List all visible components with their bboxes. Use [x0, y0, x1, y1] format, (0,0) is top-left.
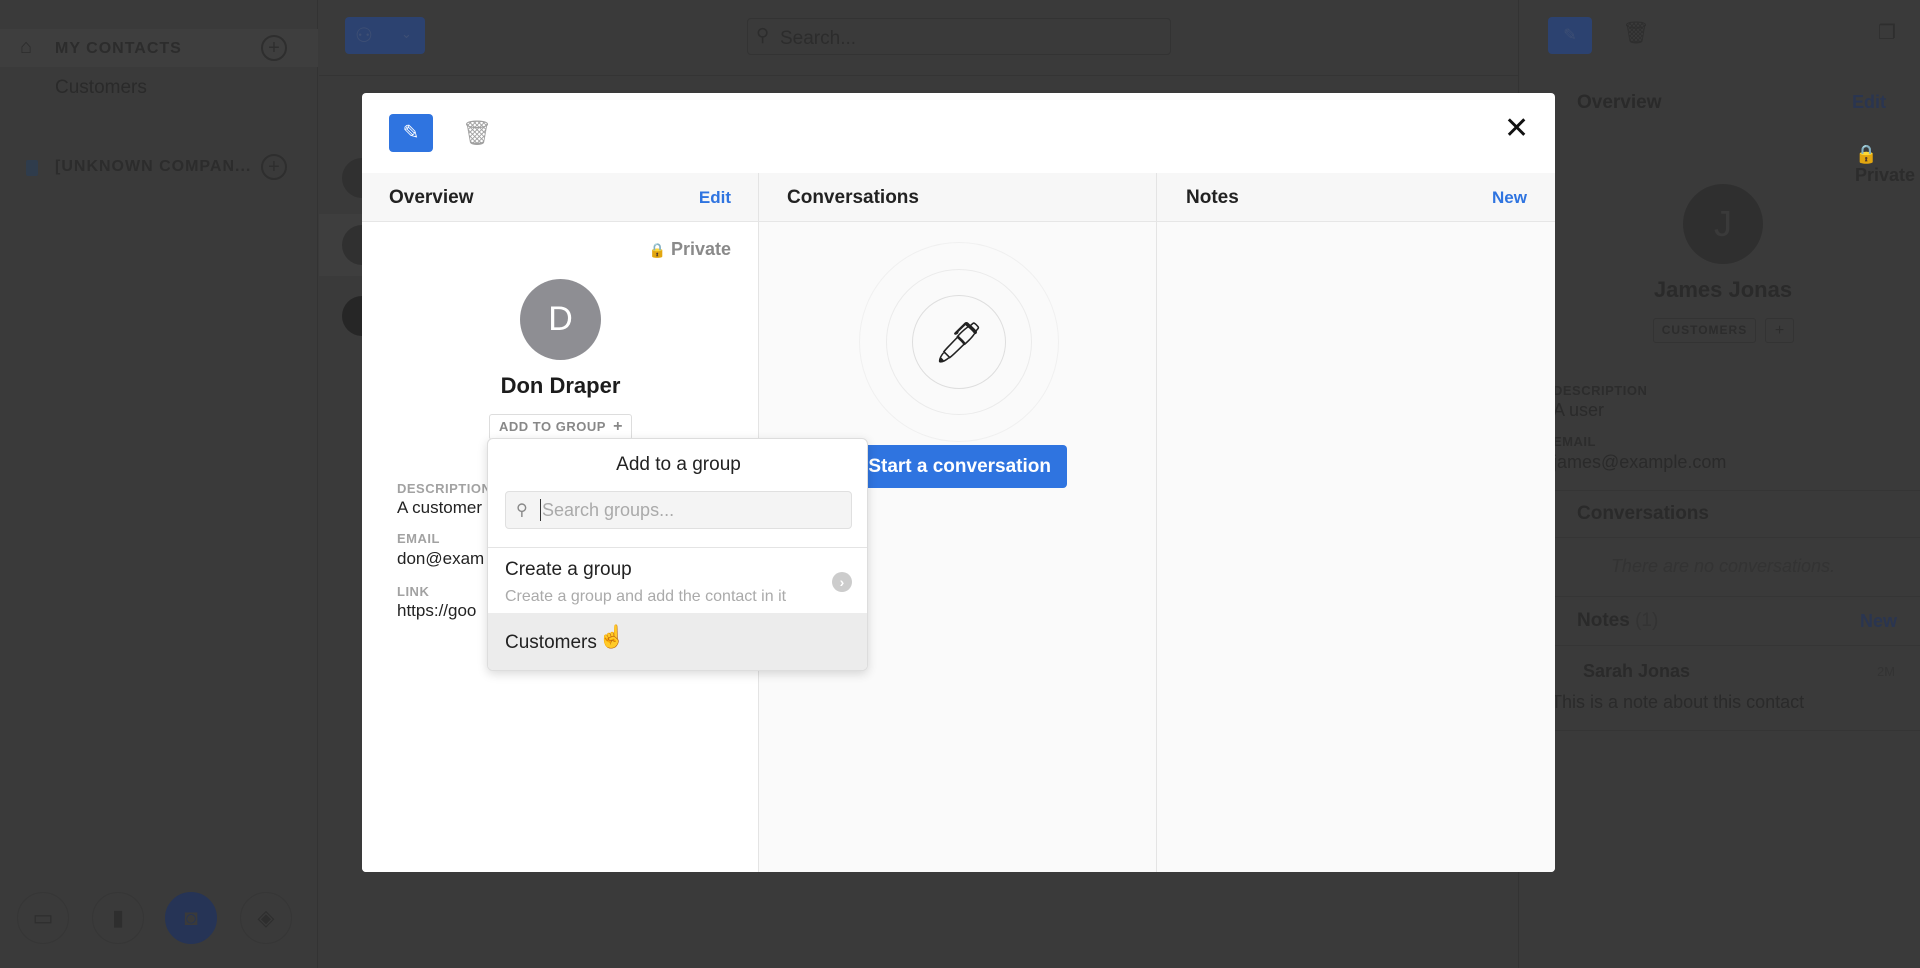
text-cursor	[540, 499, 541, 521]
create-group-title: Create a group	[505, 559, 632, 580]
company-icon	[26, 160, 38, 176]
trash-icon[interactable]: 🗑	[1622, 20, 1650, 46]
link-value[interactable]: https://goo	[397, 601, 476, 621]
edit-contact-button[interactable]: ✎	[1548, 17, 1592, 54]
pen-icon: 🖊	[912, 295, 1006, 389]
sidebar-item-customers[interactable]: Customers	[55, 77, 147, 99]
trash-icon[interactable]: 🗑	[462, 119, 492, 148]
new-contact-button[interactable]: ⚇ ⌄	[345, 17, 425, 54]
lock-icon: 🔒	[648, 242, 666, 258]
search-icon: ⚲	[756, 25, 770, 45]
home-icon: ⌂	[20, 36, 33, 58]
pencil-icon: ✎	[402, 122, 420, 144]
private-label: Private	[670, 239, 731, 259]
sidebar-my-contacts[interactable]: MY CONTACTS	[55, 40, 182, 58]
rp-add-tag-button[interactable]: +	[1765, 318, 1794, 343]
sidebar-company[interactable]: [UNKNOWN COMPAN...	[55, 158, 251, 176]
link-label: LINK	[397, 584, 430, 599]
add-to-group-label: ADD TO GROUP	[499, 419, 606, 434]
rp-avatar: J	[1683, 184, 1763, 264]
rp-description-label: DESCRIPTION	[1553, 383, 1648, 398]
notes-title: Notes	[1186, 187, 1239, 208]
divider	[1550, 490, 1920, 491]
search-groups-input[interactable]: ⚲ Search groups...	[505, 491, 852, 529]
rp-email-label: EMAIL	[1553, 434, 1596, 449]
rp-email: james@example.com	[1553, 452, 1727, 472]
add-company-contact-icon[interactable]: +	[261, 154, 287, 180]
contact-name: Don Draper	[500, 373, 621, 398]
sidebar: ⌂ MY CONTACTS + Customers [UNKNOWN COMPA…	[0, 0, 318, 968]
search-groups-placeholder: Search groups...	[542, 500, 675, 520]
chevron-down-icon: ⌄	[401, 26, 412, 41]
add-contact-icon: ⚇	[355, 25, 373, 47]
start-conversation-button[interactable]: Start a conversation	[857, 445, 1067, 488]
create-group-subtitle: Create a group and add the contact in it	[505, 588, 787, 605]
description-value: A customer	[397, 498, 483, 517]
divider	[1550, 537, 1920, 538]
rp-group-tag[interactable]: CUSTOMERS	[1653, 318, 1756, 343]
contact-avatar: D	[520, 279, 601, 360]
popover-title: Add to a group	[616, 454, 741, 475]
plus-icon: +	[613, 418, 623, 435]
hand-cursor-icon: ☝	[598, 624, 626, 649]
lock-icon: 🔒	[1855, 144, 1878, 164]
rp-notes-count: (1)	[1635, 610, 1659, 631]
rp-notes-label: Notes	[1577, 610, 1630, 631]
rp-new-note-link[interactable]: New	[1860, 611, 1897, 632]
rp-conversations-title: Conversations	[1577, 503, 1709, 524]
conversations-title: Conversations	[787, 187, 919, 208]
rp-contact-name: James Jonas	[1653, 277, 1793, 302]
add-to-group-button[interactable]: ADD TO GROUP +	[489, 414, 632, 440]
contacts-icon[interactable]: ◙	[165, 892, 217, 944]
reports-icon[interactable]: ▮	[92, 892, 144, 944]
new-note-link[interactable]: New	[1492, 173, 1527, 222]
pencil-icon: ✎	[1563, 27, 1577, 44]
overview-edit-link[interactable]: Edit	[699, 173, 731, 222]
divider	[1550, 596, 1920, 597]
rp-no-conversations: There are no conversations.	[1610, 556, 1836, 576]
notes-column	[1157, 222, 1555, 872]
private-indicator: 🔒 Private	[649, 239, 732, 260]
rp-private: 🔒 Private	[1855, 144, 1920, 186]
add-to-group-popover: Add to a group ⚲ Search groups... Create…	[487, 438, 868, 671]
create-group-item[interactable]: Create a group Create a group and add th…	[488, 548, 867, 613]
conversations-header: Conversations	[759, 173, 1157, 222]
notes-header: Notes New	[1157, 173, 1555, 222]
rp-edit-link[interactable]: Edit	[1852, 92, 1886, 113]
rp-notes-title: Notes (1)	[1577, 610, 1658, 632]
overview-title: Overview	[389, 187, 474, 208]
divider	[1550, 645, 1920, 646]
rp-description: A user	[1553, 400, 1605, 420]
close-icon[interactable]: ✕	[1504, 111, 1529, 146]
group-name: Customers	[505, 632, 597, 653]
rp-note-author: Sarah Jonas	[1583, 661, 1691, 681]
search-icon: ⚲	[516, 502, 528, 519]
inbox-icon[interactable]: ▭	[17, 892, 69, 944]
layers-icon[interactable]: ◈	[240, 892, 292, 944]
copy-icon[interactable]: ❐	[1878, 20, 1896, 45]
chevron-right-icon: ›	[832, 572, 852, 592]
email-value[interactable]: don@exam	[397, 549, 484, 569]
search-input[interactable]: ⚲ Search...	[747, 18, 1171, 55]
email-label: EMAIL	[397, 531, 440, 546]
edit-button[interactable]: ✎	[389, 114, 433, 152]
rp-note-text: This is a note about this contact	[1551, 692, 1805, 712]
add-group-icon[interactable]: +	[261, 35, 287, 61]
search-placeholder: Search...	[780, 28, 857, 49]
overview-header: Overview Edit	[362, 173, 759, 222]
divider	[1550, 730, 1920, 731]
rp-overview-title: Overview	[1577, 92, 1662, 113]
rp-private-label: Private	[1855, 165, 1916, 185]
rp-note-time: 2M	[1877, 664, 1896, 679]
description-label: DESCRIPTION	[397, 481, 492, 496]
group-item-customers[interactable]: Customers	[488, 613, 867, 670]
